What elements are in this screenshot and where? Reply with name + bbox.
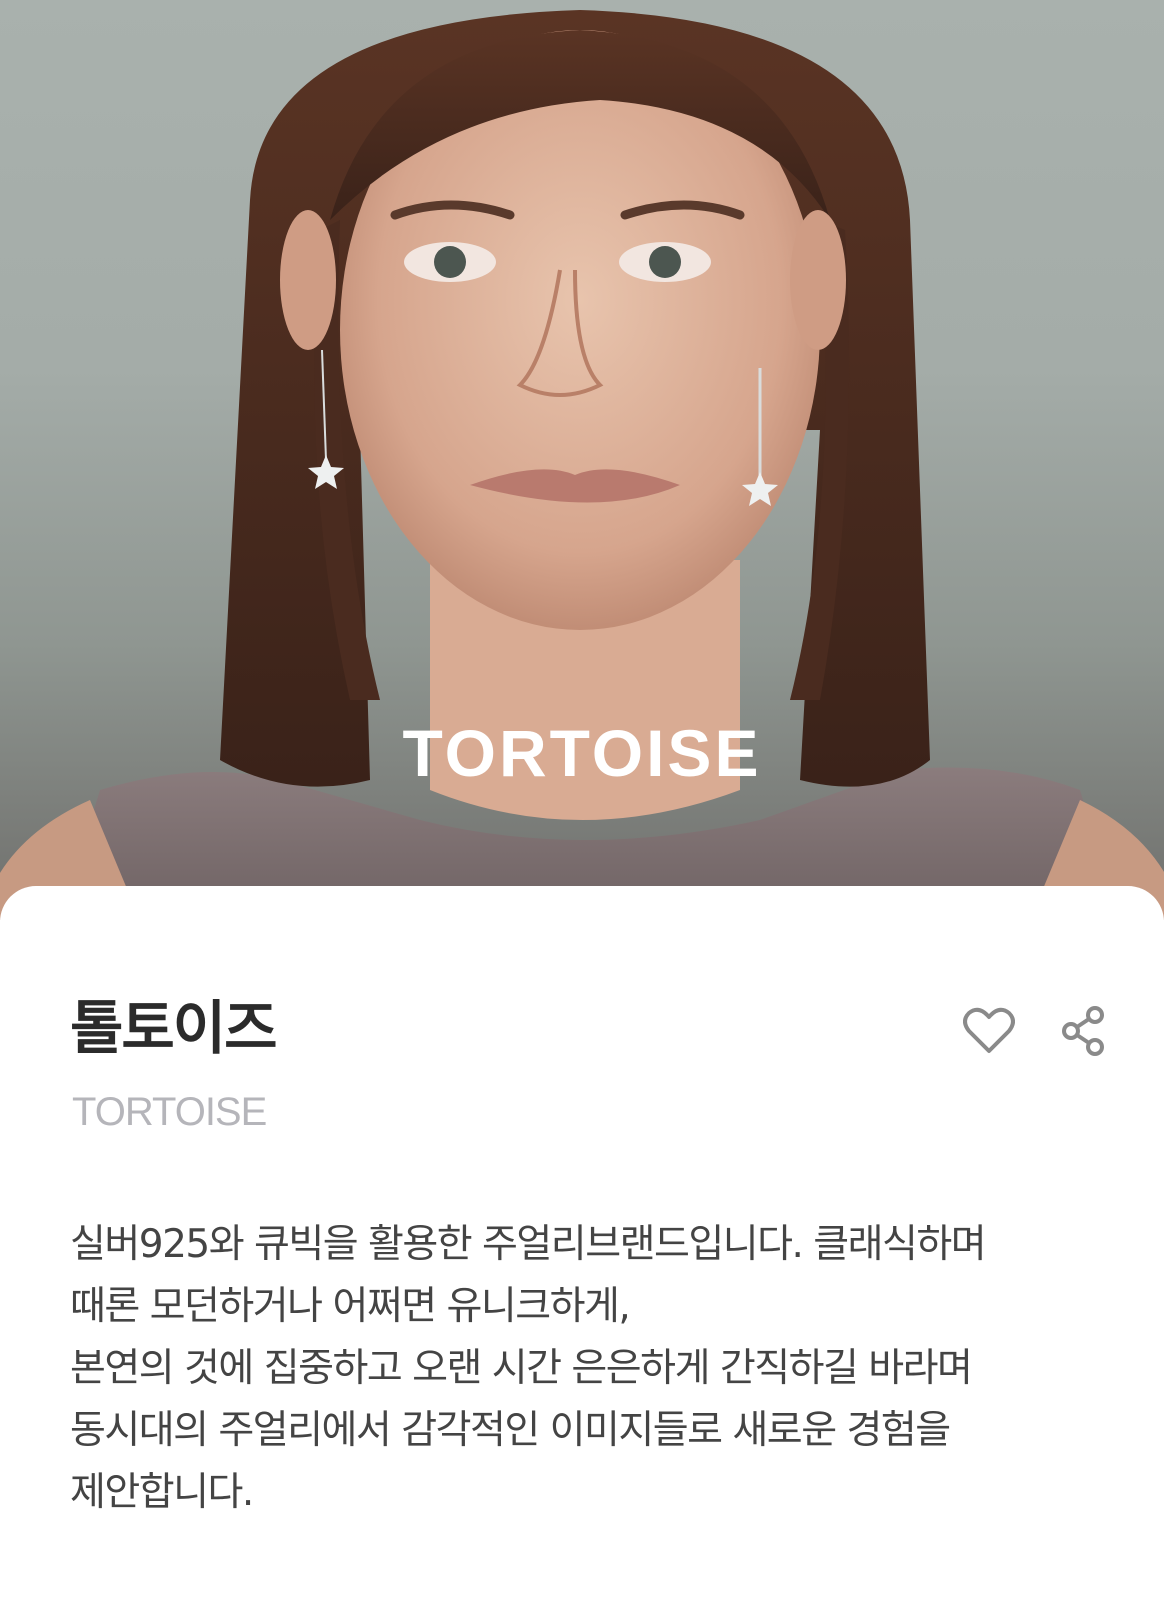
description-line: 동시대의 주얼리에서 감각적인 이미지들로 새로운 경험을 (70, 1408, 951, 1453)
brand-name: 톨토이즈 (70, 994, 277, 1062)
description-line: 제안합니다. (70, 1470, 254, 1515)
share-nodes-icon (1062, 1006, 1104, 1056)
description-line: 실버925와 큐빅을 활용한 주얼리브랜드입니다. 클래식하며 (70, 1222, 987, 1267)
heart-outline-icon (963, 1007, 1015, 1053)
share-button[interactable] (1054, 1002, 1112, 1060)
brand-description: 실버925와 큐빅을 활용한 주얼리브랜드입니다. 클래식하며 때론 모던하거나… (70, 1214, 1110, 1524)
brand-actions (960, 1002, 1112, 1060)
brand-info-sheet: 톨토이즈 TORTOISE 실버925와 큐빅을 활용한 주얼리브랜드입니다. … (0, 886, 1164, 1611)
hero-image: TORTOISE (0, 0, 1164, 920)
hero-logo: TORTOISE (402, 716, 762, 790)
like-button[interactable] (960, 1002, 1018, 1060)
brand-page: TORTOISE 톨토이즈 TORTOISE 실버925와 큐빅을 활용한 주얼… (0, 0, 1164, 1611)
description-line: 본연의 것에 집중하고 오랜 시간 은은하게 간직하길 바라며 (70, 1346, 973, 1391)
brand-english-name: TORTOISE (72, 1090, 267, 1134)
description-line: 때론 모던하거나 어쩌면 유니크하게, (70, 1284, 631, 1329)
